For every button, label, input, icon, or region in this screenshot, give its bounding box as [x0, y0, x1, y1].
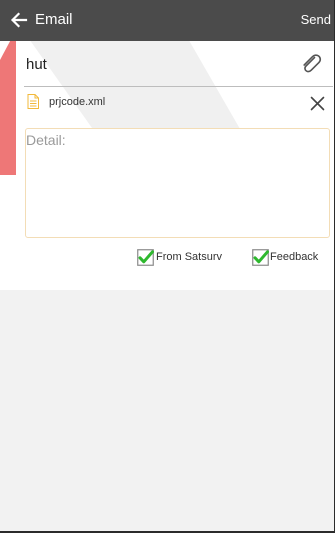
document-icon [27, 94, 39, 109]
subject-input[interactable] [26, 53, 286, 75]
subject-divider [24, 86, 333, 87]
top-bar: Email Send [0, 0, 335, 41]
back-arrow-icon[interactable] [9, 10, 29, 30]
detail-textarea[interactable] [26, 129, 329, 237]
paperclip-icon[interactable] [298, 51, 324, 77]
empty-content-area [0, 290, 334, 531]
feedback-label: Feedback [270, 251, 319, 263]
send-button[interactable]: Send [301, 12, 331, 27]
from-satsurv-label: From Satsurv [156, 251, 223, 263]
feedback-option[interactable]: Feedback [252, 249, 324, 267]
screen-title: Email [35, 11, 73, 28]
attachment-file-name: prjcode.xml [49, 96, 106, 108]
checkbox-checked-icon[interactable] [137, 249, 154, 266]
email-screen: Email Send prjcode.xml From Satsurv Feed… [0, 0, 335, 533]
checkbox-checked-icon[interactable] [252, 249, 269, 266]
detail-field-container [25, 128, 330, 238]
from-satsurv-option[interactable]: From Satsurv [137, 249, 232, 267]
close-icon[interactable] [310, 96, 325, 111]
